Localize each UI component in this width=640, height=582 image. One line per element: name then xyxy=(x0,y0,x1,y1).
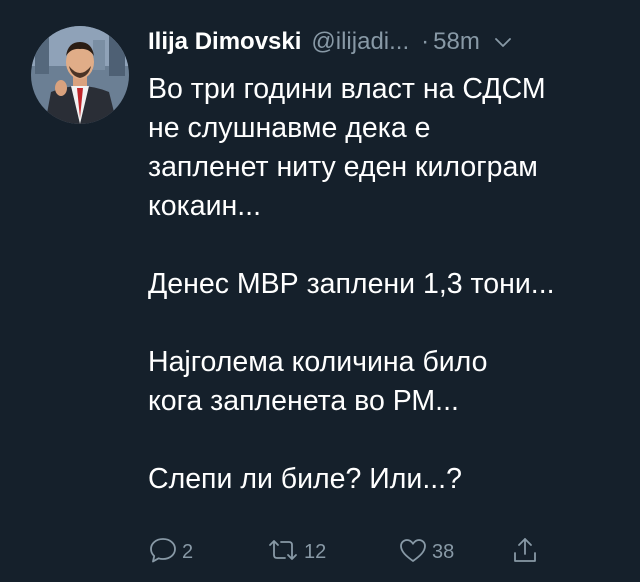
share-button[interactable] xyxy=(510,534,540,570)
tweet-line: Во три години власт на СДСМ xyxy=(148,73,546,105)
tweet-text: Во три години власт на СДСМ не слушнавме… xyxy=(148,70,618,499)
tweet-actions: 2 12 38 xyxy=(148,534,608,570)
retweet-icon xyxy=(266,535,300,570)
display-name[interactable]: Ilija Dimovski xyxy=(148,28,301,56)
tweet-line: не слушнавме дека е xyxy=(148,112,431,144)
avatar[interactable] xyxy=(31,26,129,124)
tweet-line: Најголема количина било xyxy=(148,346,488,378)
tweet[interactable]: Ilija Dimovski @ilijadi... · 58m Во три … xyxy=(0,0,640,582)
retweet-button[interactable]: 12 xyxy=(266,534,326,570)
reply-count: 2 xyxy=(182,540,194,563)
reply-icon xyxy=(148,535,178,570)
tweet-line: Денес МВР заплени 1,3 тони... xyxy=(148,268,555,300)
like-button[interactable]: 38 xyxy=(398,534,454,570)
retweet-count: 12 xyxy=(304,540,327,563)
timestamp[interactable]: 58m xyxy=(433,28,480,56)
tweet-header: Ilija Dimovski @ilijadi... · 58m xyxy=(148,24,512,60)
tweet-line: кога запленета во РМ... xyxy=(148,385,459,417)
tweet-line: кокаин... xyxy=(148,190,261,222)
share-icon xyxy=(510,535,540,570)
reply-button[interactable]: 2 xyxy=(148,534,193,570)
tweet-line: запленет ниту еден килограм xyxy=(148,151,538,183)
handle[interactable]: @ilijadi... xyxy=(311,28,409,56)
tweet-line: Слепи ли биле? Или...? xyxy=(148,463,462,495)
separator-dot: · xyxy=(421,28,430,55)
like-count: 38 xyxy=(432,540,455,563)
like-icon xyxy=(398,535,428,570)
chevron-down-icon[interactable] xyxy=(494,36,512,48)
